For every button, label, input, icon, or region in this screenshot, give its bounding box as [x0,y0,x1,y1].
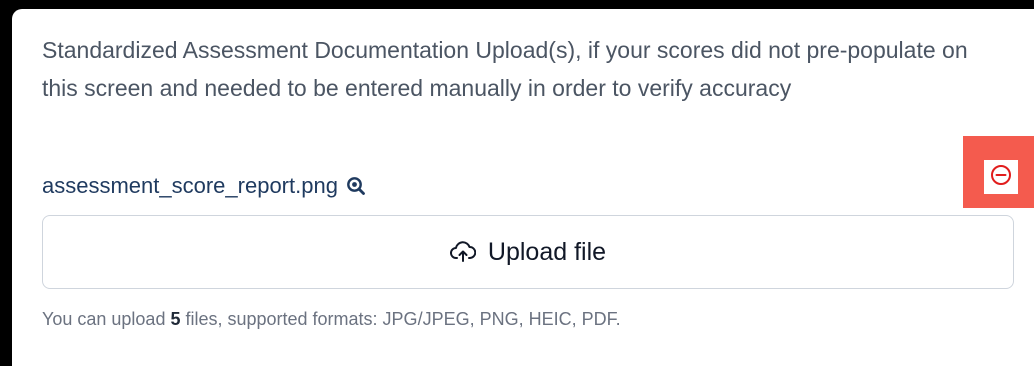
helper-prefix: You can upload [42,309,171,329]
zoom-in-icon[interactable] [346,176,366,196]
upload-helper-text: You can upload 5 files, supported format… [42,309,621,330]
uploaded-file-name[interactable]: assessment_score_report.png [42,173,338,199]
upload-file-button[interactable]: Upload file [42,215,1014,289]
minus-circle-icon [990,164,1012,191]
max-files-count: 5 [170,309,181,329]
helper-suffix: files, supported formats: JPG/JPEG, PNG,… [180,309,621,329]
remove-file-button[interactable] [963,136,1034,208]
upload-description: Standardized Assessment Documentation Up… [42,37,968,101]
uploaded-file-row: assessment_score_report.png [42,166,366,206]
upload-card: Standardized Assessment Documentation Up… [12,9,1034,366]
cloud-upload-icon [449,241,476,263]
upload-file-label: Upload file [487,237,607,266]
remove-icon-container [983,160,1018,194]
